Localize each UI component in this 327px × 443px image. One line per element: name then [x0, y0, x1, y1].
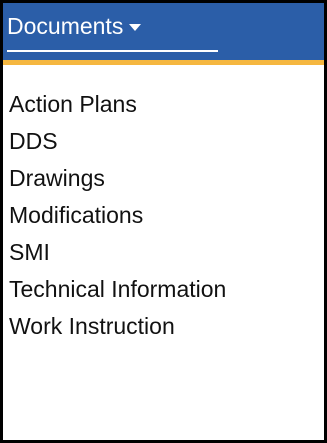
documents-dropdown-label: Documents	[7, 12, 124, 39]
accent-divider	[3, 60, 324, 65]
caret-down-icon	[129, 23, 142, 31]
menu-item-drawings[interactable]: Drawings	[9, 160, 226, 197]
dropdown-panel: Documents Action Plans DDS Drawings Modi…	[0, 0, 327, 443]
menu-item-modifications[interactable]: Modifications	[9, 197, 226, 234]
menu-item-technical-information[interactable]: Technical Information	[9, 271, 226, 308]
menu-item-dds[interactable]: DDS	[9, 123, 226, 160]
menu-item-action-plans[interactable]: Action Plans	[9, 86, 226, 123]
active-underline	[7, 50, 218, 52]
dropdown-header: Documents	[3, 3, 324, 60]
menu-item-smi[interactable]: SMI	[9, 234, 226, 271]
documents-menu-list: Action Plans DDS Drawings Modifications …	[9, 86, 226, 345]
documents-dropdown-toggle[interactable]: Documents	[7, 3, 147, 49]
menu-item-work-instruction[interactable]: Work Instruction	[9, 308, 226, 345]
